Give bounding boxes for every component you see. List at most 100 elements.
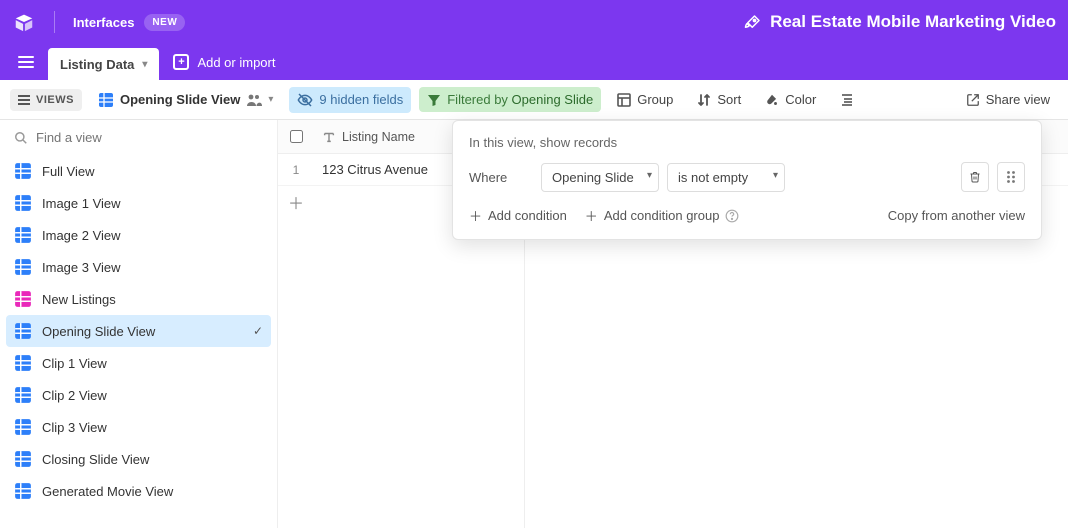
grid-icon xyxy=(14,194,32,212)
views-sidebar: Full View Image 1 View Image 2 View Image 3… xyxy=(0,120,278,528)
sidebar-item-label: Clip 2 View xyxy=(42,388,107,403)
sidebar-view-item[interactable]: Closing Slide View xyxy=(0,443,277,475)
plus-icon: ＋ xyxy=(585,206,598,225)
filter-operator-select[interactable]: is not empty xyxy=(667,163,785,192)
hidden-fields-button[interactable]: 9 hidden fields xyxy=(289,87,411,113)
chevron-down-icon[interactable]: ▾ xyxy=(142,59,147,70)
tab-label: Listing Data xyxy=(60,57,134,72)
filter-label: Filtered by Opening Slide xyxy=(447,92,593,107)
sidebar-item-label: Clip 1 View xyxy=(42,356,107,371)
search-view-input[interactable] xyxy=(36,130,263,145)
sidebar-view-item[interactable]: Generated Movie View xyxy=(0,475,277,507)
project-title-text: Real Estate Mobile Marketing Video xyxy=(770,12,1056,32)
sidebar-item-label: Image 2 View xyxy=(42,228,121,243)
plus-icon: ＋ xyxy=(469,206,482,225)
grid-icon xyxy=(14,482,32,500)
sidebar-item-label: Full View xyxy=(42,164,95,179)
current-view-button[interactable]: Opening Slide View ▾ xyxy=(90,87,281,113)
sidebar-item-label: Closing Slide View xyxy=(42,452,149,467)
tab-listing-data[interactable]: Listing Data ▾ xyxy=(48,48,159,80)
views-toggle-button[interactable]: VIEWS xyxy=(10,89,82,111)
filter-popover-footer: ＋ Add condition ＋ Add condition group Co… xyxy=(469,206,1025,225)
menu-icon[interactable] xyxy=(8,44,44,80)
sidebar-view-item[interactable]: New Listings xyxy=(0,283,277,315)
grid-icon xyxy=(14,386,32,404)
eye-off-icon xyxy=(297,92,313,108)
share-label: Share view xyxy=(986,92,1050,107)
tab-bar: Listing Data ▾ + Add or import xyxy=(0,44,1068,80)
grid-icon xyxy=(98,92,114,108)
filter-icon xyxy=(427,93,441,107)
row-height-icon xyxy=(840,93,854,107)
search-icon xyxy=(14,131,28,145)
row-number: 1 xyxy=(278,163,314,177)
filter-popover: In this view, show records Where Opening… xyxy=(452,120,1042,240)
grid-icon xyxy=(14,418,32,436)
sort-button[interactable]: Sort xyxy=(689,87,749,112)
add-or-import-button[interactable]: + Add or import xyxy=(159,44,289,80)
grid-icon xyxy=(14,450,32,468)
project-title[interactable]: Real Estate Mobile Marketing Video xyxy=(744,12,1056,32)
app-logo-icon[interactable] xyxy=(12,10,36,34)
chevron-down-icon[interactable]: ▾ xyxy=(268,94,273,105)
sidebar-item-label: Opening Slide View xyxy=(42,324,155,339)
hidden-fields-label: 9 hidden fields xyxy=(319,92,403,107)
sidebar-item-label: Clip 3 View xyxy=(42,420,107,435)
copy-from-view-label: Copy from another view xyxy=(888,208,1025,223)
sidebar-item-label: Image 1 View xyxy=(42,196,121,211)
rocket-icon xyxy=(744,13,762,31)
new-badge: NEW xyxy=(144,14,185,31)
delete-condition-button[interactable] xyxy=(961,162,989,192)
grid-icon xyxy=(14,258,32,276)
select-all-checkbox[interactable] xyxy=(290,130,303,143)
divider xyxy=(54,11,55,33)
current-view-name: Opening Slide View xyxy=(120,92,240,107)
add-condition-group-label: Add condition group xyxy=(604,208,720,223)
grid-icon xyxy=(14,322,32,340)
where-label: Where xyxy=(469,170,533,185)
sidebar-item-label: New Listings xyxy=(42,292,116,307)
drag-condition-handle[interactable] xyxy=(997,162,1025,192)
add-condition-button[interactable]: ＋ Add condition xyxy=(469,206,567,225)
sidebar-item-label: Generated Movie View xyxy=(42,484,173,499)
add-row-button[interactable]: ＋ xyxy=(278,186,314,218)
sidebar-view-item[interactable]: Clip 1 View xyxy=(0,347,277,379)
interfaces-link[interactable]: Interfaces xyxy=(73,15,134,30)
plus-icon: + xyxy=(173,54,189,70)
grid-icon xyxy=(14,290,32,308)
sort-label: Sort xyxy=(717,92,741,107)
share-icon xyxy=(966,93,980,107)
color-button[interactable]: Color xyxy=(757,87,824,112)
share-view-button[interactable]: Share view xyxy=(958,87,1058,112)
drag-icon xyxy=(1006,170,1016,184)
sidebar-view-item[interactable]: Clip 3 View xyxy=(0,411,277,443)
text-field-icon xyxy=(322,130,336,144)
sidebar-view-item[interactable]: Image 2 View xyxy=(0,219,277,251)
group-label: Group xyxy=(637,92,673,107)
sidebar-view-item[interactable]: Image 3 View xyxy=(0,251,277,283)
add-condition-group-button[interactable]: ＋ Add condition group xyxy=(585,206,740,225)
views-label: VIEWS xyxy=(36,94,74,106)
sidebar-view-item[interactable]: Clip 2 View xyxy=(0,379,277,411)
column-header-label: Listing Name xyxy=(342,130,415,144)
add-or-import-label: Add or import xyxy=(197,55,275,70)
sidebar-view-item[interactable]: Image 1 View xyxy=(0,187,277,219)
group-button[interactable]: Group xyxy=(609,87,681,112)
view-toolbar: VIEWS Opening Slide View ▾ 9 hidden fiel… xyxy=(0,80,1068,120)
trash-icon xyxy=(969,170,981,184)
color-icon xyxy=(765,93,779,107)
main-area: Full View Image 1 View Image 2 View Image 3… xyxy=(0,120,1068,528)
filter-condition-row: Where Opening Slide is not empty xyxy=(469,162,1025,192)
row-height-button[interactable] xyxy=(832,88,862,112)
search-view-row xyxy=(0,120,277,155)
sidebar-view-item[interactable]: Opening Slide View ✓ xyxy=(6,315,271,347)
filter-field-select[interactable]: Opening Slide xyxy=(541,163,659,192)
color-label: Color xyxy=(785,92,816,107)
sidebar-item-label: Image 3 View xyxy=(42,260,121,275)
filter-button[interactable]: Filtered by Opening Slide xyxy=(419,87,601,112)
help-icon xyxy=(725,209,739,223)
grid-icon xyxy=(14,162,32,180)
sidebar-view-item[interactable]: Full View xyxy=(0,155,277,187)
copy-from-view-button[interactable]: Copy from another view xyxy=(888,208,1025,223)
check-icon: ✓ xyxy=(253,324,263,338)
